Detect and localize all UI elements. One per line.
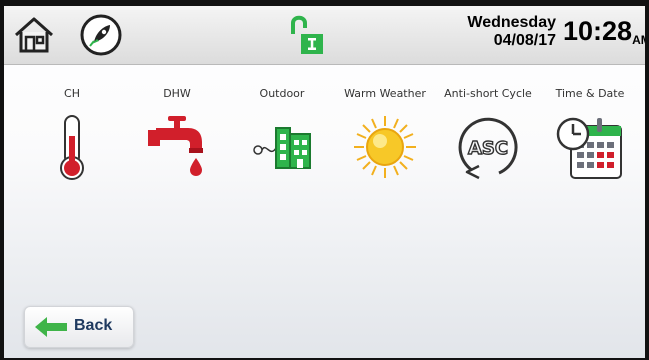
date-display: Wednesday 04/08/17: [456, 14, 556, 50]
faucet-icon: [148, 116, 203, 176]
menu-item-label: Outdoor: [259, 87, 305, 100]
menu-item-dhw[interactable]: DHW: [127, 88, 227, 182]
svg-text:ASC: ASC: [468, 138, 508, 159]
top-bar: Wednesday 04/08/17 10:28AM: [4, 6, 645, 65]
home-icon: [15, 17, 53, 53]
sun-icon: [354, 116, 416, 178]
clock-calendar-icon: [556, 117, 622, 179]
rocket-button[interactable]: [80, 14, 122, 56]
asc-cycle-icon: ASC: [458, 117, 518, 180]
home-button[interactable]: [12, 13, 56, 57]
menu-item-label: Time & Date: [555, 87, 625, 100]
back-button[interactable]: Back: [24, 306, 134, 348]
time-value: 10:28: [563, 16, 633, 46]
thermometer-icon: [60, 115, 84, 180]
menu-item-warm-weather[interactable]: Warm Weather: [335, 88, 435, 182]
clock-display: 10:28AM: [563, 16, 645, 47]
am-pm: AM: [632, 33, 645, 47]
date-value: 04/08/17: [493, 32, 556, 49]
outdoor-building-icon: [253, 127, 311, 169]
settings-icon-row: CH DHW Outdoor Warm Weather Anti-short C…: [4, 88, 645, 198]
menu-item-label: CH: [64, 87, 80, 100]
day-of-week: Wednesday: [467, 14, 556, 31]
screen: Wednesday 04/08/17 10:28AM CH DHW: [4, 6, 645, 358]
menu-item-outdoor[interactable]: Outdoor: [232, 88, 332, 182]
unlocked-padlock-icon: [291, 15, 323, 54]
left-arrow-icon: [35, 317, 67, 337]
menu-item-label: Anti-short Cycle: [444, 87, 532, 100]
menu-item-label: Warm Weather: [344, 87, 426, 100]
menu-item-anti-short-cycle[interactable]: Anti-short Cycle ASC: [438, 88, 538, 182]
back-label: Back: [74, 317, 113, 334]
device-frame: Wednesday 04/08/17 10:28AM CH DHW: [0, 0, 649, 360]
menu-item-label: DHW: [163, 87, 191, 100]
unlock-button[interactable]: [287, 12, 327, 56]
menu-item-ch[interactable]: CH: [22, 88, 122, 182]
rocket-icon: [80, 14, 122, 56]
menu-item-time-date[interactable]: Time & Date: [540, 88, 640, 182]
